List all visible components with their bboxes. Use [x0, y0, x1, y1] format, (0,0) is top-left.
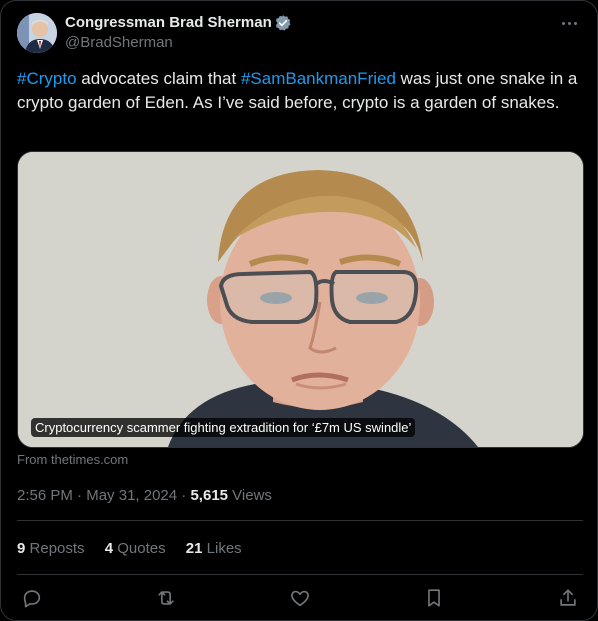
views-count: 5,615 [190, 487, 229, 504]
link-source[interactable]: From thetimes.com [17, 452, 128, 467]
engagement-stats: 9 Reposts 4 Quotes 21 Likes [17, 539, 258, 559]
quotes-label: Quotes [117, 540, 166, 557]
link-card-caption: Cryptocurrency scammer fighting extradit… [31, 418, 416, 437]
reposts-stat[interactable]: 9 Reposts [17, 540, 85, 557]
likes-stat[interactable]: 21 Likes [186, 540, 242, 557]
meta-separator: · [177, 487, 191, 504]
reply-icon[interactable] [21, 587, 45, 611]
hashtag-link[interactable]: #Crypto [17, 69, 77, 88]
views-label: Views [228, 487, 272, 504]
more-icon[interactable] [559, 15, 579, 31]
link-card-image[interactable]: Cryptocurrency scammer fighting extradit… [17, 151, 584, 448]
share-icon[interactable] [557, 587, 581, 611]
hashtag-link[interactable]: #SamBankmanFried [241, 69, 396, 88]
quotes-stat[interactable]: 4 Quotes [105, 540, 166, 557]
tweet-text-segment: advocates claim that [76, 69, 241, 88]
tweet-time[interactable]: 2:56 PM [17, 487, 73, 504]
author-name[interactable]: Congressman Brad Sherman [65, 13, 272, 33]
like-icon[interactable] [289, 587, 313, 611]
divider [17, 520, 583, 521]
photo-image [18, 152, 583, 447]
reposts-count: 9 [17, 540, 26, 557]
tweet-text: #Crypto advocates claim that #SamBankman… [17, 67, 583, 115]
bookmark-icon[interactable] [423, 587, 447, 611]
reposts-label: Reposts [29, 540, 85, 557]
meta-separator: · [72, 487, 87, 504]
likes-count: 21 [185, 540, 203, 557]
avatar[interactable] [17, 13, 57, 53]
tweet-card: Congressman Brad Sherman @BradSherman #C… [0, 0, 598, 621]
action-bar [17, 587, 583, 611]
quotes-count: 4 [104, 540, 114, 557]
divider [17, 574, 583, 575]
avatar-image [17, 13, 57, 53]
likes-label: Likes [206, 540, 242, 557]
verified-badge-icon [276, 15, 291, 31]
tweet-date[interactable]: May 31, 2024 [86, 487, 177, 504]
author-handle[interactable]: @BradSherman [65, 33, 173, 53]
repost-icon[interactable] [155, 587, 179, 611]
tweet-meta: 2:56 PM · May 31, 2024 · 5,615 Views [17, 486, 272, 506]
